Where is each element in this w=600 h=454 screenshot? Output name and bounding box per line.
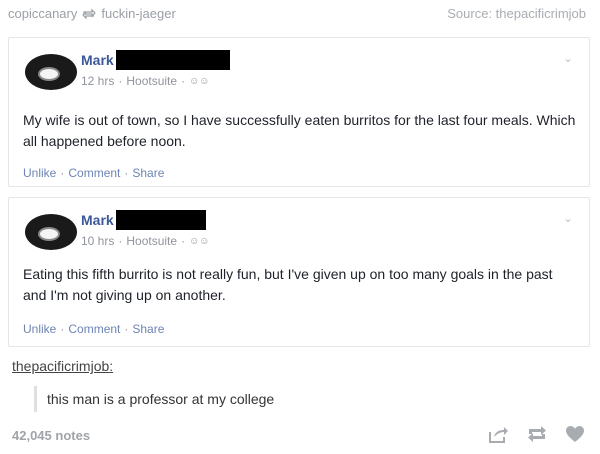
post-text: My wife is out of town, so I have succes… — [23, 112, 576, 149]
facebook-post-1: Mark 12 hrs · Hootsuite · ☺☺ ⌄ My wife i… — [8, 37, 590, 187]
reblog-icon — [82, 8, 97, 19]
chevron-down-icon[interactable]: ⌄ — [563, 212, 575, 224]
chevron-down-icon[interactable]: ⌄ — [563, 52, 575, 64]
post-meta: 10 hrs · Hootsuite · ☺☺ — [81, 234, 210, 248]
facebook-post-2: Mark 10 hrs · Hootsuite · ☺☺ ⌄ Eating th… — [8, 197, 590, 347]
unlike-link[interactable]: Unlike — [23, 322, 56, 336]
share-link[interactable]: Share — [132, 166, 164, 180]
post-actions: Unlike · Comment · Share — [23, 322, 165, 336]
reblog-comment: this man is a professor at my college — [34, 386, 274, 412]
friends-icon: ☺☺ — [189, 235, 210, 247]
source-link[interactable]: Source: thepacificrimjob — [447, 6, 586, 21]
post-time[interactable]: 12 hrs — [81, 74, 114, 88]
post-via: Hootsuite — [126, 74, 178, 88]
redaction-bar — [115, 50, 230, 70]
post-actions: Unlike · Comment · Share — [23, 166, 165, 180]
author-name[interactable]: Mark — [81, 212, 114, 228]
share-icon[interactable] — [488, 424, 510, 444]
notes-count[interactable]: 42,045 notes — [12, 428, 90, 443]
share-link[interactable]: Share — [132, 322, 164, 336]
reblog-icon[interactable] — [526, 424, 548, 444]
author-row: Mark — [81, 210, 206, 230]
comment-link[interactable]: Comment — [68, 166, 120, 180]
like-heart-icon[interactable] — [564, 424, 586, 444]
post-meta: 12 hrs · Hootsuite · ☺☺ — [81, 74, 210, 88]
post-text: Eating this fifth burrito is not really … — [23, 266, 553, 303]
reblog-trail: copiccanary fuckin-jaeger — [8, 6, 176, 21]
friends-icon: ☺☺ — [189, 75, 210, 87]
author-name[interactable]: Mark — [81, 52, 114, 68]
comment-link[interactable]: Comment — [68, 322, 120, 336]
post-header: copiccanary fuckin-jaeger Source: thepac… — [0, 0, 600, 30]
post-via: Hootsuite — [126, 234, 178, 248]
author-row: Mark — [81, 50, 230, 70]
post-time[interactable]: 10 hrs — [81, 234, 114, 248]
avatar — [25, 214, 77, 250]
avatar — [25, 54, 77, 90]
unlike-link[interactable]: Unlike — [23, 166, 56, 180]
original-poster-link[interactable]: fuckin-jaeger — [101, 6, 175, 21]
post-controls — [472, 424, 586, 444]
reblogged-from-link[interactable]: copiccanary — [8, 6, 77, 21]
redaction-bar — [115, 210, 206, 230]
reblogger-link[interactable]: thepacificrimjob: — [12, 358, 113, 374]
